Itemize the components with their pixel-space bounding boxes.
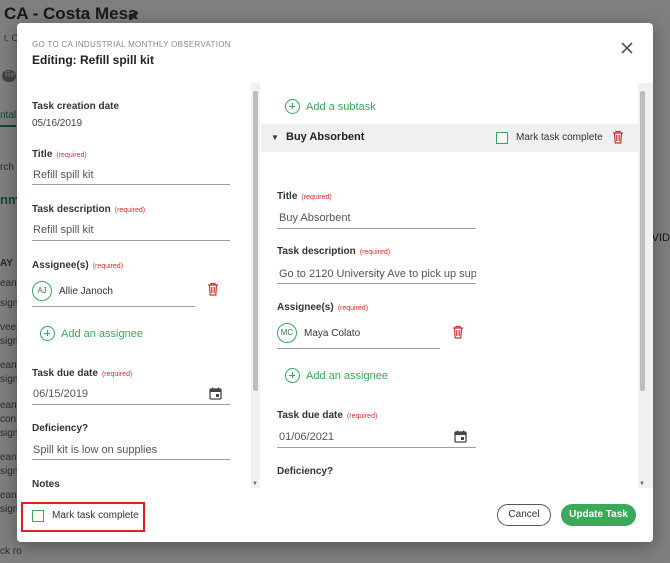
cancel-button[interactable]: Cancel bbox=[497, 504, 551, 526]
title-label: Title (required) bbox=[32, 149, 87, 160]
modal-footer: Mark task complete Cancel Update Task bbox=[17, 488, 653, 542]
subtask-header[interactable]: ▼ Buy Absorbent Mark task complete bbox=[261, 124, 643, 152]
creation-date-value: 05/16/2019 bbox=[32, 118, 83, 129]
subtask-complete-label: Mark task complete bbox=[516, 132, 603, 143]
due-date-label: Task due date (required) bbox=[32, 368, 133, 379]
edit-task-modal: GO TO CA INDUSTRIAL MONTHLY OBSERVATION … bbox=[17, 23, 653, 542]
mark-complete-checkbox[interactable] bbox=[32, 510, 44, 522]
scrollbar-thumb[interactable] bbox=[640, 91, 645, 391]
plus-circle-icon bbox=[40, 326, 55, 341]
subtask-deficiency-label: Deficiency? bbox=[277, 466, 334, 477]
subtask-panel: Add a subtask ▼ Buy Absorbent Mark task … bbox=[261, 83, 653, 488]
add-assignee-label: Add an assignee bbox=[61, 327, 143, 340]
close-icon[interactable] bbox=[620, 41, 634, 55]
calendar-icon[interactable] bbox=[209, 387, 222, 400]
add-subtask-label: Add a subtask bbox=[306, 100, 376, 113]
scrollbar-thumb[interactable] bbox=[253, 91, 258, 391]
assignee-underline bbox=[32, 306, 195, 307]
modal-kicker: GO TO CA INDUSTRIAL MONTHLY OBSERVATION bbox=[32, 40, 231, 49]
assignee-name: Allie Janoch bbox=[59, 286, 113, 297]
title-input[interactable]: Refill spill kit bbox=[33, 169, 229, 181]
modal-title: Editing: Refill spill kit bbox=[32, 53, 155, 67]
subtask-content: Add a subtask ▼ Buy Absorbent Mark task … bbox=[261, 83, 643, 488]
trash-icon[interactable] bbox=[207, 282, 219, 296]
subtask-due-date-label: Task due date (required) bbox=[277, 410, 378, 421]
description-input[interactable]: Refill spill kit bbox=[33, 224, 229, 236]
mark-complete-label: Mark task complete bbox=[52, 510, 139, 521]
subtask-title-input[interactable]: Buy Absorbent bbox=[279, 212, 475, 224]
plus-circle-icon bbox=[285, 99, 300, 114]
add-subtask-button[interactable]: Add a subtask bbox=[285, 99, 376, 114]
title-underline bbox=[32, 184, 230, 185]
scroll-down-arrow-icon[interactable]: ▼ bbox=[639, 481, 645, 487]
deficiency-input[interactable]: Spill kit is low on supplies bbox=[33, 444, 229, 456]
caret-down-icon[interactable]: ▼ bbox=[271, 133, 279, 142]
description-underline bbox=[32, 240, 230, 241]
due-date-underline bbox=[32, 404, 230, 405]
deficiency-underline bbox=[32, 459, 230, 460]
subtask-title-underline bbox=[277, 228, 476, 229]
description-label: Task description (required) bbox=[32, 204, 146, 215]
subtask-title-label: Title (required) bbox=[277, 191, 332, 202]
subtask-description-input[interactable]: Go to 2120 University Ave to pick up sup… bbox=[279, 268, 476, 280]
subtask-complete-checkbox[interactable] bbox=[496, 132, 508, 144]
trash-icon[interactable] bbox=[612, 130, 624, 144]
trash-icon[interactable] bbox=[452, 325, 464, 339]
scroll-down-arrow-icon[interactable]: ▼ bbox=[252, 481, 258, 487]
avatar: MC bbox=[277, 323, 297, 343]
notes-label: Notes bbox=[32, 479, 60, 488]
subtask-title: Buy Absorbent bbox=[286, 131, 365, 143]
assignee-name: Maya Colato bbox=[304, 328, 361, 339]
subtask-assignees-label: Assignee(s) (required) bbox=[277, 302, 369, 313]
calendar-icon[interactable] bbox=[454, 430, 467, 443]
add-assignee-button[interactable]: Add an assignee bbox=[285, 368, 388, 383]
creation-date-label: Task creation date bbox=[32, 101, 120, 112]
subtask-due-date-underline bbox=[277, 447, 476, 448]
right-scrollbar[interactable]: ▼ bbox=[638, 83, 647, 488]
add-assignee-label: Add an assignee bbox=[306, 369, 388, 382]
subtask-due-date-input[interactable]: 01/06/2021 bbox=[279, 431, 429, 443]
left-scrollbar[interactable]: ▼ bbox=[251, 83, 260, 488]
task-form-panel: Task creation date 05/16/2019 Title (requ… bbox=[17, 83, 259, 488]
plus-circle-icon bbox=[285, 368, 300, 383]
subtask-description-underline bbox=[277, 283, 476, 284]
modal-header: GO TO CA INDUSTRIAL MONTHLY OBSERVATION … bbox=[17, 23, 653, 83]
update-task-button[interactable]: Update Task bbox=[561, 504, 636, 526]
assignees-label: Assignee(s) (required) bbox=[32, 260, 124, 271]
subtask-description-label: Task description (required) bbox=[277, 246, 391, 257]
avatar: AJ bbox=[32, 281, 52, 301]
add-assignee-button[interactable]: Add an assignee bbox=[40, 326, 143, 341]
deficiency-label: Deficiency? bbox=[32, 423, 89, 434]
due-date-input[interactable]: 06/15/2019 bbox=[33, 388, 183, 400]
assignee-underline bbox=[277, 348, 440, 349]
